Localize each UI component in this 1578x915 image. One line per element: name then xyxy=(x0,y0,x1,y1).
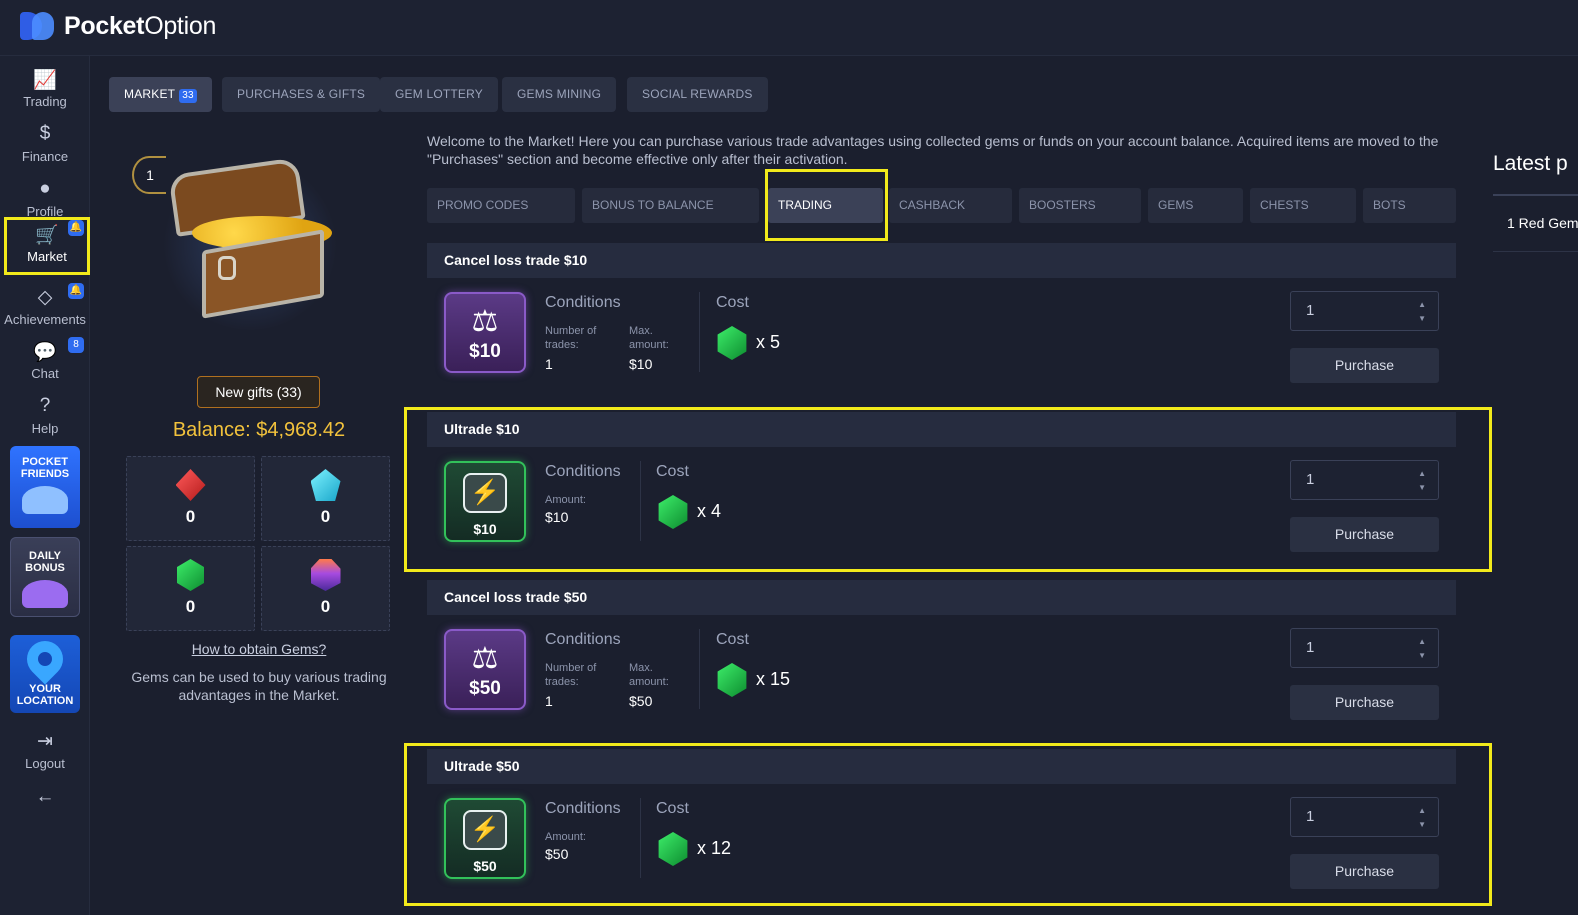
gem-counter-purple: 0 xyxy=(261,546,390,631)
sidebar-item-achievements[interactable]: 🔔 ◇ Achievements xyxy=(0,280,90,332)
sidebar-item-chat[interactable]: 8 💬 Chat xyxy=(0,334,90,386)
level-badge: 1 xyxy=(132,156,166,194)
latest-purchases-title: Latest p xyxy=(1493,152,1568,175)
gem-counter-blue: 0 xyxy=(261,456,390,541)
location-pin-icon xyxy=(19,635,71,685)
tab-bots[interactable]: BOTS xyxy=(1363,188,1456,223)
quantity-stepper[interactable]: 1 ▲ ▼ xyxy=(1290,628,1439,668)
cost-value: x 15 xyxy=(756,669,791,689)
divider xyxy=(1493,251,1578,252)
balance-display: Balance: $4,968.42 xyxy=(172,419,346,441)
gems-info-text: Gems can be used to buy various trading … xyxy=(131,669,387,703)
sidebar: 📈 Trading $ Finance ● Profile 🔔 🛒 Market… xyxy=(0,56,90,915)
product-title: Cancel loss trade $50 xyxy=(427,580,1456,615)
your-location-promo[interactable]: YOUR LOCATION xyxy=(10,635,80,713)
notification-badge-icon: 🔔 xyxy=(68,220,84,236)
tab-purchases-gifts[interactable]: PURCHASES & GIFTS xyxy=(222,77,381,112)
stepper-arrows-icon: ▲ ▼ xyxy=(1418,300,1426,323)
purchase-button[interactable]: Purchase xyxy=(1290,348,1439,383)
gem-counter-red: 0 xyxy=(126,456,255,541)
tab-social-rewards[interactable]: SOCIAL REWARDS xyxy=(627,77,768,112)
help-icon: ? xyxy=(39,395,51,416)
tab-market[interactable]: MARKET 33 xyxy=(109,77,212,112)
tab-gems[interactable]: GEMS xyxy=(1148,188,1243,223)
tab-cashback[interactable]: CASHBACK xyxy=(889,188,1012,223)
market-intro-text: Welcome to the Market! Here you can purc… xyxy=(427,133,1439,167)
sidebar-item-logout[interactable]: ⇥ Logout xyxy=(0,724,90,776)
sidebar-item-market[interactable]: 🔔 🛒 Market xyxy=(4,217,90,275)
product-card: Cancel loss trade $50 ⚖ $50 Conditions Nu… xyxy=(427,580,1456,734)
product-title: Cancel loss trade $10 xyxy=(427,243,1456,278)
chat-count-badge: 8 xyxy=(68,337,84,353)
how-to-obtain-gems-link[interactable]: How to obtain Gems? xyxy=(128,641,390,657)
logout-icon: ⇥ xyxy=(37,731,53,752)
top-bar: PocketOption xyxy=(0,0,1578,56)
market-count-badge: 33 xyxy=(179,89,197,103)
ultrade-50-highlight xyxy=(404,743,1492,906)
quantity-stepper[interactable]: 1 ▲ ▼ xyxy=(1290,291,1439,331)
red-gem-icon xyxy=(175,469,206,501)
stepper-arrows-icon: ▲ ▼ xyxy=(1418,637,1426,660)
green-gem-icon xyxy=(717,663,747,697)
collapse-sidebar-button[interactable]: ← xyxy=(0,780,90,810)
treasure-chest-icon xyxy=(150,150,350,330)
gift-box-icon xyxy=(22,580,68,608)
notification-badge-icon: 🔔 xyxy=(68,283,84,299)
sidebar-item-finance[interactable]: $ Finance xyxy=(0,117,90,169)
tab-promo-codes[interactable]: PROMO CODES xyxy=(427,188,575,223)
user-icon: ● xyxy=(39,178,51,199)
tab-gem-lottery[interactable]: GEM LOTTERY xyxy=(380,77,498,112)
pocket-friends-promo[interactable]: POCKET FRIENDS xyxy=(10,446,80,528)
logo[interactable]: PocketOption xyxy=(18,10,216,42)
tab-chests[interactable]: CHESTS xyxy=(1250,188,1356,223)
purple-gem-icon xyxy=(310,559,341,591)
trading-tab-highlight xyxy=(765,169,888,241)
dollar-icon: $ xyxy=(39,123,51,144)
chart-line-icon: 📈 xyxy=(33,70,57,91)
green-gem-icon xyxy=(177,559,204,591)
tab-boosters[interactable]: BOOSTERS xyxy=(1019,188,1141,223)
new-gifts-button[interactable]: New gifts (33) xyxy=(197,376,320,408)
friends-illustration-icon xyxy=(22,486,68,514)
sidebar-item-trading[interactable]: 📈 Trading xyxy=(0,62,90,114)
daily-bonus-promo[interactable]: DAILY BONUS xyxy=(10,537,80,617)
product-card: Cancel loss trade $10 ⚖ $10 Conditions Nu… xyxy=(427,243,1456,397)
sidebar-item-help[interactable]: ? Help xyxy=(0,389,90,441)
tab-gems-mining[interactable]: GEMS MINING xyxy=(502,77,617,112)
logo-icon xyxy=(18,10,56,42)
ultrade-10-highlight xyxy=(404,407,1492,572)
brand-name: PocketOption xyxy=(64,11,217,40)
purchase-button[interactable]: Purchase xyxy=(1290,685,1439,720)
tab-bonus-to-balance[interactable]: BONUS TO BALANCE xyxy=(582,188,759,223)
scales-icon: ⚖ $10 xyxy=(444,292,526,373)
green-gem-icon xyxy=(717,326,747,360)
scales-icon: ⚖ $50 xyxy=(444,629,526,710)
blue-gem-icon xyxy=(310,469,341,501)
cost-value: x 5 xyxy=(756,332,781,352)
arrow-left-icon: ← xyxy=(35,786,55,807)
divider xyxy=(1493,194,1578,196)
gem-counter-green: 0 xyxy=(126,546,255,631)
latest-purchase-item: 1 Red Gem xyxy=(1507,215,1578,231)
